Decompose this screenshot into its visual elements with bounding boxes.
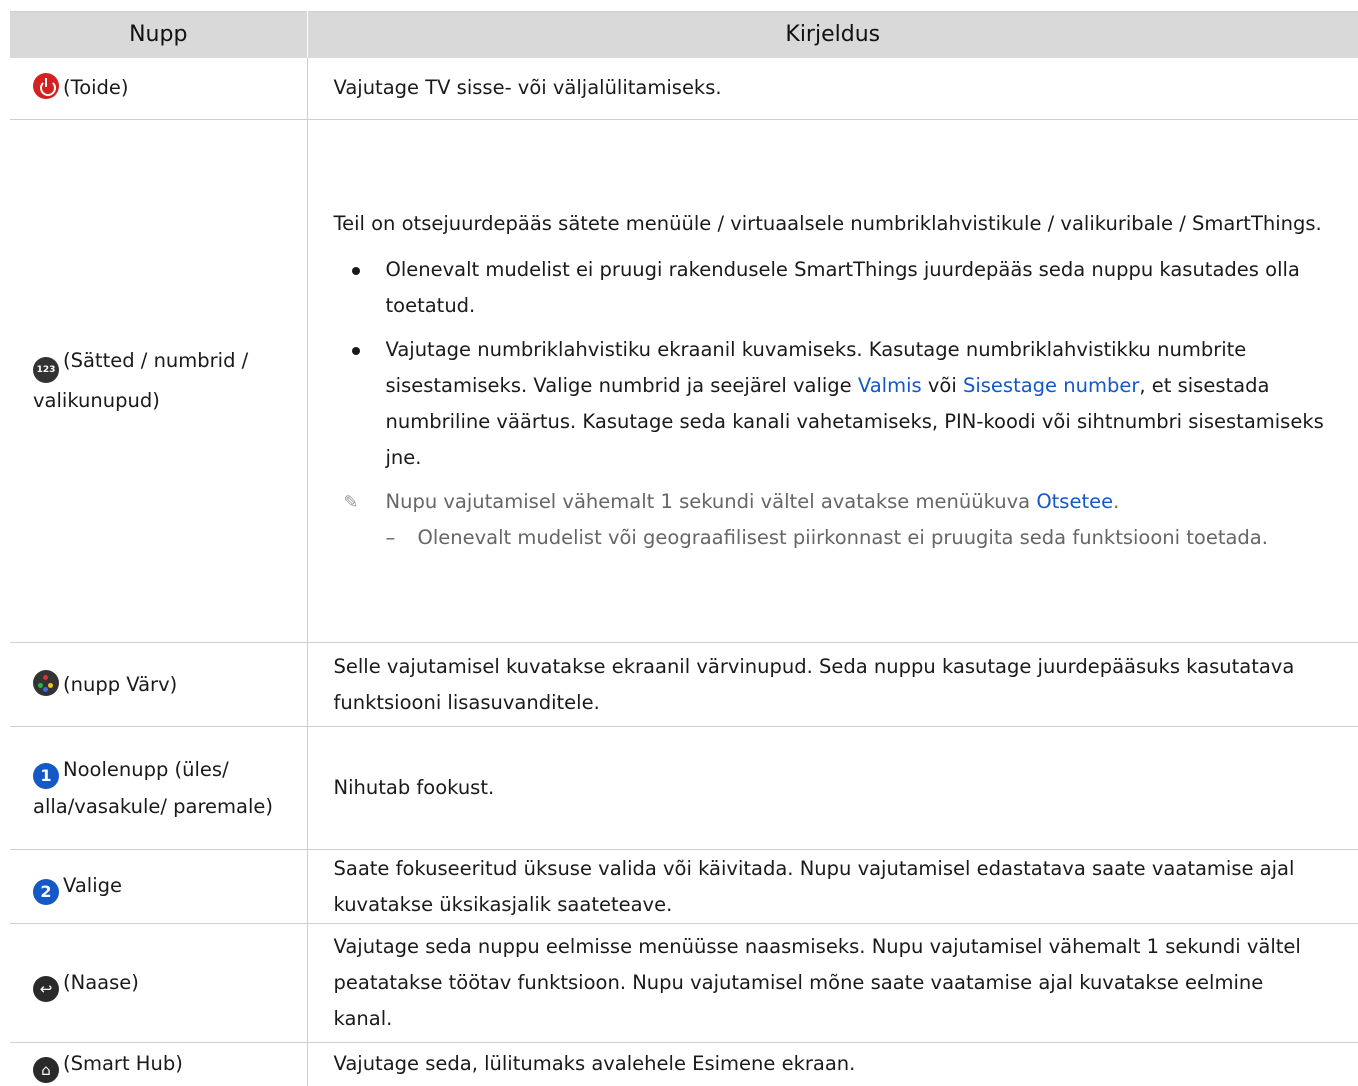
button-cell: 1 Noolenupp (üles/ alla/vasakule/ paremal… [10, 726, 308, 850]
bullet-list: Olenevalt mudelist ei pruugi rakendusele… [334, 252, 1329, 476]
table-row: (nupp Värv) Selle vajutamisel kuvatakse … [10, 642, 1358, 727]
home-icon: ⌂ [33, 1056, 59, 1083]
button-label: (Naase) [63, 970, 139, 994]
button-label: (Toide) [63, 76, 129, 100]
description-cell: Selle vajutamisel kuvatakse ekraanil vär… [307, 642, 1358, 727]
button-label: (Sätted / numbrid / valikunupud) [33, 349, 249, 412]
remote-buttons-table: Nupp Kirjeldus (Toide) Vajutage TV sisse… [10, 11, 1358, 1086]
sisestage-number-link[interactable]: Sisestage number [963, 374, 1139, 397]
button-label: (nupp Värv) [63, 672, 178, 696]
valmis-link[interactable]: Valmis [858, 374, 922, 397]
button-cell: 123 (Sätted / numbrid / valikunupud) [10, 119, 308, 643]
back-icon: ↩ [33, 975, 59, 1002]
description-cell: Nihutab fookust. [307, 726, 1358, 850]
description-cell: Vajutage seda, lülitumaks avalehele Esim… [333, 1052, 856, 1076]
power-icon [33, 73, 59, 100]
button-cell: ⌂ (Smart Hub) [10, 1042, 308, 1086]
settings-number-icon: 123 [33, 357, 59, 383]
bullet-item: Olenevalt mudelist ei pruugi rakendusele… [334, 252, 1329, 324]
button-cell: (Toide) [10, 57, 308, 120]
table-header-row: Nupp Kirjeldus [10, 11, 1358, 58]
table-row: 1 Noolenupp (üles/ alla/vasakule/ paremal… [10, 726, 1358, 850]
description-intro: Teil on otsejuurdepääs sätete menüüle / … [333, 212, 1322, 235]
table-row: 123 (Sätted / numbrid / valikunupud) Teil… [10, 119, 1358, 643]
table-row: 2 Valige Saate fokuseeritud üksuse valida… [10, 849, 1358, 924]
dash-icon: – [385, 526, 396, 549]
button-cell: 2 Valige [10, 849, 308, 924]
table-row: (Toide) Vajutage TV sisse- või väljalüli… [10, 57, 1358, 120]
number-2-icon: 2 [33, 879, 59, 905]
color-buttons-icon [33, 669, 59, 696]
description-cell: Teil on otsejuurdepääs sätete menüüle / … [307, 119, 1358, 643]
pencil-icon: ✎ [343, 492, 359, 513]
note: ✎ Nupu vajutamisel vähemalt 1 sekundi väl… [334, 484, 1329, 520]
note-text: . [1113, 490, 1120, 513]
description-cell: Saate fokuseeritud üksuse valida või käi… [307, 849, 1358, 924]
bullet-item: Vajutage numbriklahvistiku ekraanil kuva… [334, 332, 1329, 476]
sub-note: – Olenevalt mudelist või geograafilisest … [334, 520, 1329, 556]
note-text: Nupu vajutamisel vähemalt 1 sekundi vält… [385, 490, 1037, 513]
number-1-icon: 1 [33, 762, 59, 789]
header-kirjeldus: Kirjeldus [307, 11, 1358, 58]
button-label: Noolenupp (üles/ alla/vasakule/ paremale… [33, 757, 274, 818]
description-cell: Vajutage seda nuppu eelmisse menüüsse na… [307, 923, 1358, 1043]
header-nupp: Nupp [10, 11, 308, 58]
button-label: Valige [63, 874, 122, 897]
button-cell: ↩ (Naase) [10, 923, 308, 1043]
table-row: ↩ (Naase) Vajutage seda nuppu eelmisse me… [10, 923, 1358, 1043]
button-cell: (nupp Värv) [10, 642, 308, 727]
otsetee-link[interactable]: Otsetee [1036, 490, 1113, 513]
description-cell: Vajutage TV sisse- või väljalülitamiseks… [307, 57, 1358, 120]
table-row: ⌂ (Smart Hub) Vajutage seda, lülitumaks a… [10, 1042, 1358, 1086]
sub-note-text: Olenevalt mudelist või geograafilisest p… [417, 526, 1268, 549]
button-label: (Smart Hub) [63, 1051, 183, 1075]
bullet-text: või [921, 374, 963, 397]
